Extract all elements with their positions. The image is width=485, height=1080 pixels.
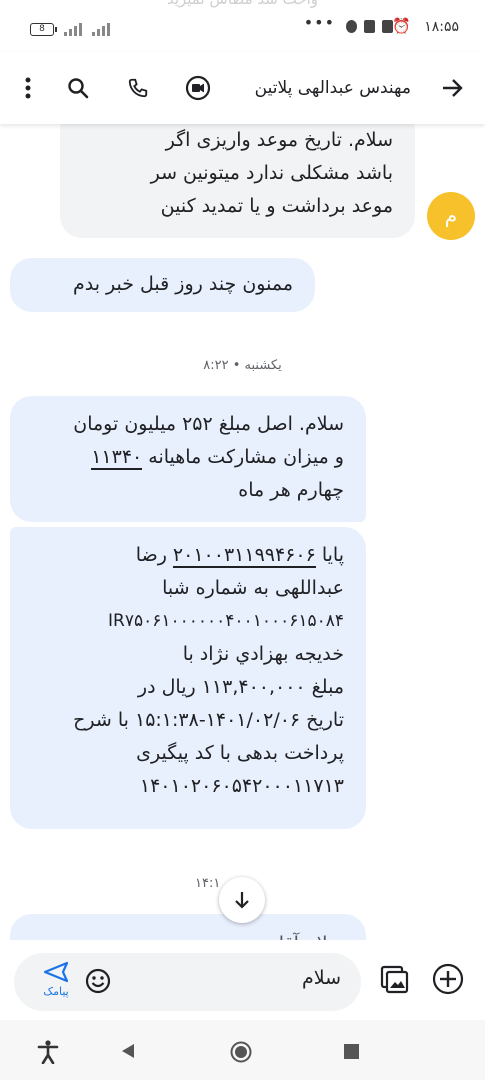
nav-back-icon[interactable] [120,1043,136,1063]
signal-icon [64,22,84,36]
emoji-icon[interactable] [84,967,112,999]
more-vert-icon[interactable] [6,66,50,110]
nav-home-icon[interactable] [230,1041,252,1067]
battery-icon: 8 [30,23,57,36]
message-line: چهارم هر ماه [238,479,344,501]
notification-app-icon [364,20,375,33]
more-notifications-icon: ••• [303,13,335,32]
clock: ۱۸:۵۵ [424,19,459,35]
send-button[interactable]: پیامک [36,961,76,1005]
conversation-app-bar: مهندس عبدالهی پلاتین [0,52,485,124]
message-line: ۱۴۰۱۰۲۰۶۰۵۴۲۰۰۰۱۱۷۱۳ [139,775,344,797]
send-label: پیامک [43,985,69,998]
signal-icon [92,22,112,36]
search-icon[interactable] [56,66,100,110]
phone-icon[interactable] [116,66,160,110]
notification-preview: واحت سد مطاس نمیرید [0,0,485,8]
message-line: پایا ۲۰۱۰۰۳۱۱۹۹۴۶۰۶ رضا [135,544,344,568]
number-link[interactable]: ۱۱۳۴۰ [91,446,143,470]
status-bar: واحت سد مطاس نمیرید ۱۸:۵۵ ⏰ ••• 8 [0,0,485,52]
alarm-icon: ⏰ [392,17,411,35]
message-line: IR۷۵۰۶۱۰۰۰۰۰۰۴۰۰۱۰۰۰۶۱۵۰۸۴ [108,611,344,631]
outgoing-message[interactable]: سلام. اصل مبلغ ۲۵۲ میلیون تومان و میزان … [10,396,366,522]
gallery-icon[interactable] [378,963,410,999]
outgoing-message[interactable]: ممنون چند روز قبل خبر بدم [10,258,315,312]
message-line: و میزان مشارکت ماهیانه ۱۱۳۴۰ [91,446,344,470]
scroll-to-bottom-button[interactable] [219,877,265,923]
message-line: پرداخت بدهی با کد پیگیری [136,742,344,764]
message-line: تاریخ ۱۴۰۱/۰۲/۰۶-۱۵:۱:۳۸ با شرح [73,709,344,731]
outgoing-message[interactable]: پایا ۲۰۱۰۰۳۱۱۹۹۴۶۰۶ رضا عبداللهی به شمار… [10,527,366,829]
arrow-down-icon [235,892,249,909]
message-line: سلام. اصل مبلغ ۲۵۲ میلیون تومان [73,413,344,435]
compose-field[interactable]: پیامک سلام [14,953,361,1011]
contact-avatar[interactable]: م [427,192,475,240]
message-line: باشد مشکلی ندارد میتونین سر [150,162,393,184]
message-line: خدیجه بهزادي نژاد با [182,643,344,665]
message-line: موعد برداشت و یا تمدید کنین [160,195,393,217]
contact-name[interactable]: مهندس عبدالهی پلاتین [255,52,411,124]
number-link[interactable]: ۲۰۱۰۰۳۱۱۹۹۴۶۰۶ [172,544,316,568]
accessibility-icon[interactable] [37,1040,59,1068]
chrome-icon [346,20,357,33]
message-input[interactable]: سلام [302,967,341,989]
message-line: سلام. تاریخ موعد واریزی اگر [165,129,393,151]
send-icon [43,961,69,983]
message-line: عبداللهی به شماره شبا [162,577,344,599]
message-line: مبلغ ۱۱۳,۴۰۰,۰۰۰ ریال در [137,676,344,698]
notification-app-icon [382,20,393,33]
day-timestamp: یکشنبه • ۸:۲۲ [203,358,282,373]
incoming-message[interactable]: سلام. تاریخ موعد واریزی اگر باشد مشکلی ن… [60,108,415,238]
message-line: ممنون چند روز قبل خبر بدم [72,273,293,295]
back-arrow-icon[interactable] [430,66,474,110]
system-nav-bar [0,1020,485,1080]
nav-recents-icon[interactable] [344,1044,359,1063]
add-attachment-icon[interactable] [431,962,465,1000]
video-call-icon[interactable] [176,66,220,110]
